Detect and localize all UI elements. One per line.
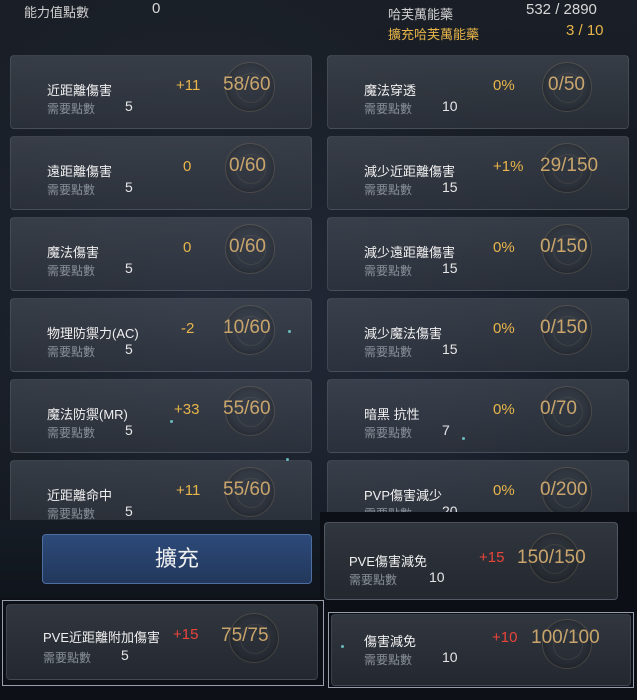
stat-card-melee-damage-reduction[interactable]: 減少近距離傷害 需要點數 15 +1% 29/150: [327, 136, 629, 210]
required-value: 10: [429, 569, 445, 585]
required-label: 需要點數: [43, 651, 92, 665]
stat-name: PVE傷害減免: [349, 554, 428, 569]
hafen-value: 532 / 2890: [526, 1, 597, 18]
sparkle: [286, 458, 289, 461]
stat-progress: 55/60: [223, 479, 271, 500]
sparkle: [462, 437, 465, 440]
stat-name: 傷害減免: [364, 634, 417, 649]
required-value: 15: [442, 260, 458, 276]
stat-name: 近距離命中: [47, 488, 113, 503]
stat-name: 近距離傷害: [47, 83, 113, 98]
stat-card-pve-melee-bonus[interactable]: PVE近距離附加傷害 需要點數 5 +15 75/75: [6, 604, 318, 680]
ability-points-value: 0: [152, 0, 161, 17]
stat-progress: 0/50: [548, 74, 585, 95]
stat-card-physical-defense[interactable]: 物理防禦力(AC) 需要點數 5 -2 10/60: [10, 298, 312, 372]
stat-name: 減少遠距離傷害: [364, 245, 456, 260]
required-label: 需要點數: [364, 345, 413, 359]
stat-card-magic-damage-reduction[interactable]: 減少魔法傷害 需要點數 15 0% 0/150: [327, 298, 629, 372]
stat-progress: 55/60: [223, 398, 271, 419]
required-label: 需要點數: [47, 426, 96, 440]
required-label: 需要點數: [364, 183, 413, 197]
required-label: 需要點數: [364, 102, 413, 116]
stat-bonus: +11: [176, 482, 201, 499]
hafen-label: 哈芙萬能藥: [388, 7, 454, 22]
stat-name: 減少魔法傷害: [364, 326, 443, 341]
sparkle: [341, 645, 344, 648]
stat-bonus: 0%: [493, 401, 515, 418]
stat-name: PVP傷害減少: [364, 488, 443, 503]
required-value: 5: [125, 98, 133, 114]
required-value: 5: [125, 179, 133, 195]
stat-progress: 58/60: [223, 74, 271, 95]
required-value: 5: [125, 341, 133, 357]
required-value: 5: [125, 260, 133, 276]
stat-bonus: 0%: [493, 77, 515, 94]
required-label: 需要點數: [47, 345, 96, 359]
stat-progress: 10/60: [223, 317, 271, 338]
stat-bonus: +15: [173, 626, 199, 643]
stat-bonus: +10: [492, 629, 518, 646]
stat-card-magic-penetration[interactable]: 魔法穿透 需要點數 10 0% 0/50: [327, 55, 629, 129]
required-label: 需要點數: [364, 426, 413, 440]
stat-card-ranged-damage-reduction[interactable]: 減少遠距離傷害 需要點數 15 0% 0/150: [327, 217, 629, 291]
required-value: 5: [125, 503, 133, 519]
stat-bonus: 0: [183, 158, 192, 175]
stat-name: 魔法防禦(MR): [47, 407, 128, 422]
required-value: 15: [442, 179, 458, 195]
sparkle: [170, 420, 173, 423]
stat-progress: 0/70: [540, 398, 577, 419]
expand-hafen-label: 擴充哈芙萬能藥: [388, 27, 480, 42]
stat-name: 遠距離傷害: [47, 164, 113, 179]
stat-progress: 29/150: [540, 155, 599, 176]
stat-name: 減少近距離傷害: [364, 164, 456, 179]
stat-bonus: +33: [174, 401, 200, 418]
stat-bonus: -2: [181, 320, 195, 337]
stat-progress: 0/60: [229, 236, 266, 257]
stat-progress: 100/100: [531, 627, 600, 648]
stat-bonus: 0%: [493, 320, 515, 337]
stat-progress: 150/150: [517, 547, 586, 568]
required-value: 5: [121, 647, 129, 663]
required-value: 7: [442, 422, 450, 438]
stat-progress: 0/200: [540, 479, 588, 500]
stat-card-dark-resistance[interactable]: 暗黑 抗性 需要點數 7 0% 0/70: [327, 379, 629, 453]
stat-bonus: +11: [176, 77, 201, 94]
stat-bonus: 0: [183, 239, 192, 256]
stat-card-magic-damage[interactable]: 魔法傷害 需要點數 5 0 0/60: [10, 217, 312, 291]
stat-progress: 75/75: [221, 625, 269, 646]
stat-card-damage-reduction[interactable]: 傷害減免 需要點數 10 +10 100/100: [331, 614, 631, 686]
required-value: 10: [442, 98, 458, 114]
expand-hafen-value: 3 / 10: [566, 22, 604, 39]
required-label: 需要點數: [47, 102, 96, 116]
stat-card-magic-defense[interactable]: 魔法防禦(MR) 需要點數 5 +33 55/60: [10, 379, 312, 453]
stat-bonus: 0%: [493, 482, 515, 499]
required-label: 需要點數: [364, 653, 413, 667]
sparkle: [288, 330, 291, 333]
stat-name: 物理防禦力(AC): [47, 326, 139, 341]
required-label: 需要點數: [47, 264, 96, 278]
stat-progress: 0/150: [540, 236, 588, 257]
required-label: 需要點數: [349, 573, 398, 587]
stat-card-pve-damage-reduction[interactable]: PVE傷害減免 需要點數 10 +15 150/150: [324, 522, 618, 600]
stat-name: 魔法傷害: [47, 245, 100, 260]
required-value: 10: [442, 649, 458, 665]
expand-button[interactable]: 擴充: [42, 534, 312, 584]
stat-name: PVE近距離附加傷害: [43, 630, 161, 645]
stat-card-ranged-damage[interactable]: 遠距離傷害 需要點數 5 0 0/60: [10, 136, 312, 210]
stat-bonus: +15: [479, 549, 505, 566]
header-bar: 能力值點數 0 哈芙萬能藥 532 / 2890 擴充哈芙萬能藥 3 / 10: [0, 0, 637, 48]
stat-bonus: 0%: [493, 239, 515, 256]
stat-progress: 0/60: [229, 155, 266, 176]
required-value: 15: [442, 341, 458, 357]
stat-progress: 0/150: [540, 317, 588, 338]
required-label: 需要點數: [47, 183, 96, 197]
required-label: 需要點數: [364, 264, 413, 278]
stat-card-melee-damage[interactable]: 近距離傷害 需要點數 5 +11 58/60: [10, 55, 312, 129]
stat-bonus: +1%: [493, 158, 524, 175]
ability-points-label: 能力值點數: [24, 5, 90, 20]
stat-name: 魔法穿透: [364, 83, 417, 98]
required-value: 5: [125, 422, 133, 438]
stat-name: 暗黑 抗性: [364, 407, 420, 422]
